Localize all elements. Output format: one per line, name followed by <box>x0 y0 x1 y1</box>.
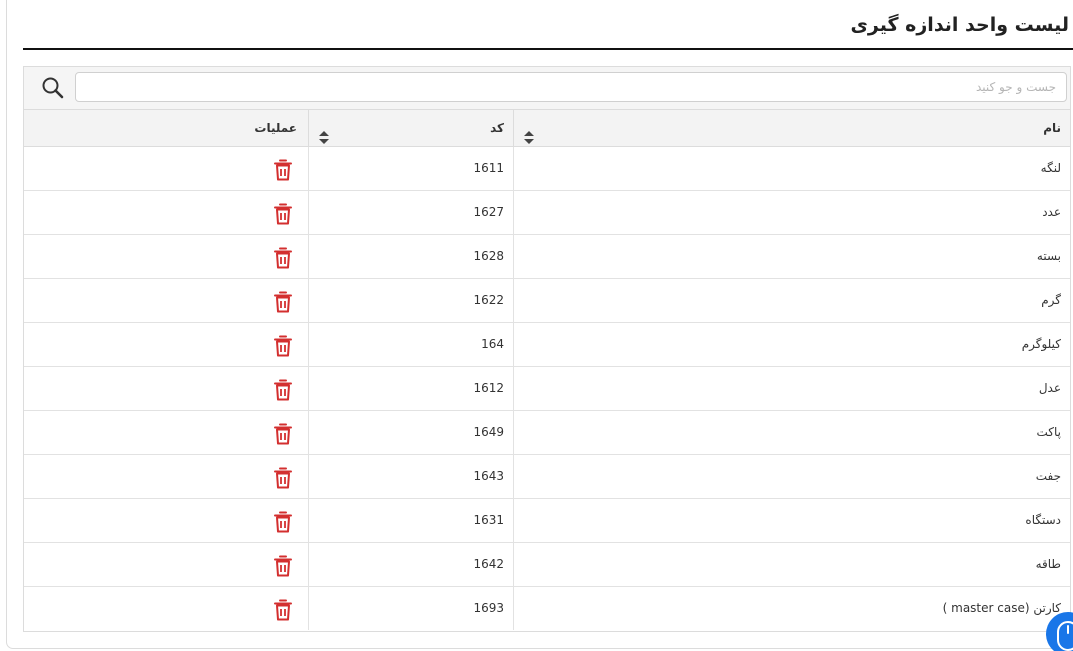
cell-operations <box>24 323 308 366</box>
cell-operations <box>24 411 308 454</box>
cell-code: 1628 <box>308 235 514 278</box>
column-header-name[interactable]: نام <box>514 110 1070 146</box>
table-row: دستگاه 1631 <box>24 499 1070 543</box>
table-row: گرم 1622 <box>24 279 1070 323</box>
trash-icon[interactable] <box>273 421 293 445</box>
cell-code: 1611 <box>308 147 514 190</box>
cell-name: بسته <box>1036 249 1061 263</box>
table-row: طاقه 1642 <box>24 543 1070 587</box>
table-row: لنگه 1611 <box>24 147 1070 191</box>
trash-icon[interactable] <box>273 245 293 269</box>
column-header-operations-label: عملیات <box>254 121 297 135</box>
cell-operations <box>24 279 308 322</box>
cell-operations <box>24 499 308 542</box>
cell-operations <box>24 191 308 234</box>
cell-name: لنگه <box>1040 161 1061 175</box>
cell-code: 1631 <box>308 499 514 542</box>
cell-code: 164 <box>308 323 514 366</box>
cell-name: گرم <box>1041 293 1061 307</box>
column-header-operations: عملیات <box>24 110 308 146</box>
trash-icon[interactable] <box>273 157 293 181</box>
cell-name: دستگاه <box>1025 513 1061 527</box>
table-row: بسته 1628 <box>24 235 1070 279</box>
cell-operations <box>24 543 308 586</box>
cell-operations <box>24 367 308 410</box>
column-header-name-label: نام <box>1043 121 1061 135</box>
table-body: لنگه 1611 عدد 1627 بسته 1628 گرم 1622 کیلوگرم 164… <box>24 147 1070 631</box>
page: لیست واحد اندازه گیری نام کد <box>0 0 1073 651</box>
search-icon[interactable] <box>41 76 65 100</box>
cell-name: عدل <box>1038 381 1061 395</box>
table-row: عدد 1627 <box>24 191 1070 235</box>
cell-operations <box>24 147 308 190</box>
cell-code: 1649 <box>308 411 514 454</box>
trash-icon[interactable] <box>273 377 293 401</box>
table-row: کارتن (master case ) 1693 <box>24 587 1070 631</box>
cell-code: 1693 <box>308 587 514 630</box>
trash-icon[interactable] <box>273 333 293 357</box>
trash-icon[interactable] <box>273 553 293 577</box>
sort-icon[interactable] <box>319 122 329 144</box>
trash-icon[interactable] <box>273 465 293 489</box>
sort-icon[interactable] <box>524 122 534 144</box>
table-row: پاکت 1649 <box>24 411 1070 455</box>
cell-code: 1627 <box>308 191 514 234</box>
trash-icon[interactable] <box>273 597 293 621</box>
cell-name: پاکت <box>1036 425 1062 439</box>
table-row: عدل 1612 <box>24 367 1070 411</box>
mouse-icon <box>1057 621 1073 651</box>
column-header-code[interactable]: کد <box>308 110 514 146</box>
cell-operations <box>24 587 308 630</box>
trash-icon[interactable] <box>273 509 293 533</box>
title-divider <box>23 48 1073 50</box>
cell-name: طاقه <box>1035 557 1061 571</box>
trash-icon[interactable] <box>273 289 293 313</box>
cell-code: 1612 <box>308 367 514 410</box>
cell-code: 1643 <box>308 455 514 498</box>
search-bar <box>24 67 1070 110</box>
cell-name: جفت <box>1035 469 1061 483</box>
data-grid: نام کد عملیات لنگه1611عدد1627بسته1628گرم… <box>23 66 1071 632</box>
cell-operations <box>24 235 308 278</box>
cell-name: کیلوگرم <box>1021 337 1061 351</box>
cell-name: عدد <box>1042 205 1061 219</box>
table-row: جفت 1643 <box>24 455 1070 499</box>
cell-name: کارتن (master case ) <box>942 601 1061 615</box>
trash-icon[interactable] <box>273 201 293 225</box>
page-title: لیست واحد اندازه گیری <box>850 14 1070 36</box>
cell-code: 1622 <box>308 279 514 322</box>
cell-operations <box>24 455 308 498</box>
cell-code: 1642 <box>308 543 514 586</box>
search-input[interactable] <box>75 72 1067 102</box>
table-row: کیلوگرم 164 <box>24 323 1070 367</box>
table-header: نام کد عملیات <box>24 110 1070 147</box>
column-header-code-label: کد <box>490 121 504 135</box>
